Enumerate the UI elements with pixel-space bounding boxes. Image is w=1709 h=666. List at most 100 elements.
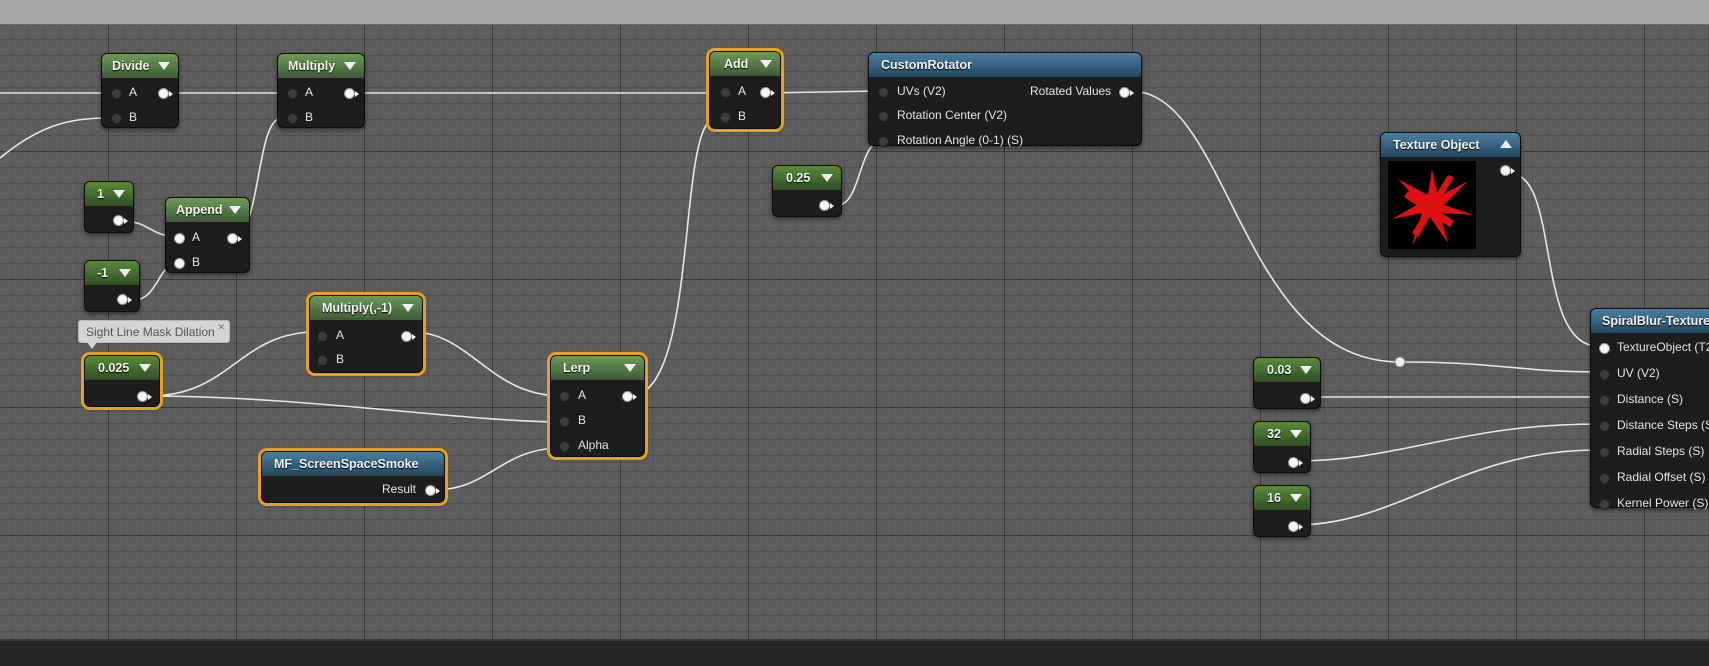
- node-add-title: Add: [710, 52, 780, 76]
- spiralblur-pin-distance-steps[interactable]: [1599, 421, 1610, 432]
- multiply-neg1-output-pin[interactable]: [401, 331, 416, 342]
- add-pin-b[interactable]: [720, 112, 731, 123]
- node-constant-neg1[interactable]: -1: [84, 260, 140, 312]
- multiply-neg1-pin-a[interactable]: [317, 331, 328, 342]
- customrotator-pin-center[interactable]: [878, 111, 889, 122]
- append-pin-b[interactable]: [174, 258, 185, 269]
- multiply-output-pin[interactable]: [344, 88, 359, 99]
- spiralblur-label-textureobject: TextureObject (T2: [1617, 340, 1709, 354]
- collapse-arrow-icon[interactable]: [113, 190, 125, 198]
- multiply-pin-b[interactable]: [287, 113, 298, 124]
- multiply-pin-a[interactable]: [287, 88, 298, 99]
- collapse-arrow-icon[interactable]: [624, 364, 636, 372]
- mf-screenspacesmoke-output-pin[interactable]: [425, 485, 440, 496]
- texture-preview-thumbnail: [1388, 161, 1476, 249]
- divide-output-pin[interactable]: [158, 88, 173, 99]
- node-append[interactable]: Append A B: [165, 197, 250, 273]
- divide-pin-a[interactable]: [111, 88, 122, 99]
- divide-label-b: B: [129, 110, 138, 124]
- multiply-neg1-pin-b[interactable]: [317, 355, 328, 366]
- node-mf-screenspacesmoke[interactable]: MF_ScreenSpaceSmoke Result: [258, 448, 448, 506]
- comment-pin-icon[interactable]: ✕: [217, 321, 225, 333]
- node-constant-1-title: 1: [85, 182, 133, 206]
- wire-rotator-to-spiral-uv: [1130, 90, 1599, 373]
- constant-1-output-pin[interactable]: [113, 215, 128, 226]
- constant-025-output-pin[interactable]: [819, 200, 834, 211]
- node-multiply-neg1[interactable]: Multiply(,-1) A B: [306, 292, 426, 376]
- node-constant-025-value: 0.25: [786, 171, 811, 185]
- collapse-arrow-icon[interactable]: [344, 62, 356, 70]
- customrotator-output-pin[interactable]: [1119, 87, 1134, 98]
- constant-16-output-pin[interactable]: [1288, 521, 1303, 532]
- spiralblur-pin-distance[interactable]: [1599, 395, 1610, 406]
- collapse-arrow-icon[interactable]: [139, 364, 151, 372]
- collapse-arrow-icon[interactable]: [1300, 366, 1312, 374]
- node-lerp-title-text: Lerp: [563, 361, 591, 375]
- node-spiralblur-texture[interactable]: SpiralBlur-Texture TextureObject (T2 UV …: [1590, 308, 1709, 510]
- spiralblur-pin-textureobject[interactable]: [1599, 343, 1610, 354]
- customrotator-pin-uvs[interactable]: [878, 87, 889, 98]
- texture-object-output-pin[interactable]: [1500, 165, 1515, 176]
- wire-lerp-to-add-b: [629, 117, 717, 397]
- node-constant-16[interactable]: 16: [1253, 485, 1311, 537]
- node-constant-1[interactable]: 1: [84, 181, 134, 233]
- constant-32-output-pin[interactable]: [1288, 457, 1303, 468]
- lerp-label-b: B: [578, 413, 587, 427]
- node-constant-003[interactable]: 0.03: [1253, 357, 1321, 409]
- append-pin-a[interactable]: [174, 233, 185, 244]
- material-graph-canvas[interactable]: Divide A B Multiply A B 1 -1 Append A B …: [0, 25, 1709, 639]
- node-constant-025[interactable]: 0.25: [772, 165, 842, 217]
- spiralblur-pin-uv[interactable]: [1599, 369, 1610, 380]
- node-divide-title-text: Divide: [112, 59, 150, 73]
- node-mf-screenspacesmoke-title-text: MF_ScreenSpaceSmoke: [274, 457, 419, 471]
- divide-label-a: A: [129, 85, 138, 99]
- add-pin-a[interactable]: [720, 87, 731, 98]
- collapse-arrow-icon[interactable]: [158, 62, 170, 70]
- node-constant-32[interactable]: 32: [1253, 421, 1311, 473]
- node-multiply[interactable]: Multiply A B: [277, 53, 365, 128]
- texture-burst-image: [1392, 169, 1474, 245]
- collapse-arrow-icon[interactable]: [1290, 430, 1302, 438]
- collapse-arrow-icon[interactable]: [229, 206, 241, 214]
- node-constant-0025[interactable]: 0.025: [81, 352, 163, 410]
- collapse-arrow-icon[interactable]: [821, 174, 833, 182]
- lerp-pin-alpha[interactable]: [559, 441, 570, 452]
- node-add[interactable]: Add A B: [706, 48, 784, 132]
- constant-0025-output-pin[interactable]: [137, 391, 152, 402]
- collapse-arrow-icon[interactable]: [1290, 494, 1302, 502]
- node-customrotator[interactable]: CustomRotator UVs (V2) Rotated Values Ro…: [868, 52, 1142, 147]
- spiralblur-pin-radial-offset[interactable]: [1599, 473, 1610, 484]
- reroute-knot[interactable]: [1394, 356, 1406, 368]
- wire-32-to-radial-steps: [1294, 423, 1599, 462]
- collapse-arrow-icon[interactable]: [402, 304, 414, 312]
- lerp-pin-b[interactable]: [559, 416, 570, 427]
- collapse-arrow-icon[interactable]: [1500, 140, 1512, 148]
- constant-neg1-output-pin[interactable]: [117, 294, 132, 305]
- collapse-arrow-icon[interactable]: [119, 269, 131, 277]
- collapse-arrow-icon[interactable]: [760, 60, 772, 68]
- node-spiralblur-title: SpiralBlur-Texture: [1591, 309, 1709, 333]
- customrotator-pin-angle[interactable]: [878, 136, 889, 147]
- wire-layer: [0, 90, 1599, 526]
- append-output-pin[interactable]: [227, 233, 242, 244]
- lerp-output-pin[interactable]: [622, 391, 637, 402]
- node-multiply-neg1-title-text: Multiply(,-1): [322, 301, 393, 315]
- node-constant-025-title: 0.25: [773, 166, 841, 190]
- multiply-label-b: B: [305, 110, 314, 124]
- add-output-pin[interactable]: [760, 87, 775, 98]
- constant-003-output-pin[interactable]: [1300, 393, 1315, 404]
- wire-left-to-divide-b: [0, 117, 108, 159]
- divide-pin-b[interactable]: [111, 113, 122, 124]
- node-texture-object[interactable]: Texture Object: [1380, 132, 1521, 257]
- spiralblur-label-radial-offset: Radial Offset (S): [1617, 470, 1706, 484]
- wire-texture-to-spiral-tex: [1510, 173, 1599, 347]
- node-comment-bubble[interactable]: Sight Line Mask Dilation ✕: [78, 320, 230, 349]
- lerp-pin-a[interactable]: [559, 391, 570, 402]
- node-append-title-text: Append: [176, 203, 223, 217]
- spiralblur-pin-radial-steps[interactable]: [1599, 447, 1610, 458]
- node-divide[interactable]: Divide A B: [101, 53, 179, 128]
- node-add-title-text: Add: [724, 57, 749, 71]
- node-lerp[interactable]: Lerp A B Alpha: [547, 352, 648, 460]
- customrotator-label-angle: Rotation Angle (0-1) (S): [897, 133, 1024, 147]
- spiralblur-pin-kernel-power[interactable]: [1599, 499, 1610, 510]
